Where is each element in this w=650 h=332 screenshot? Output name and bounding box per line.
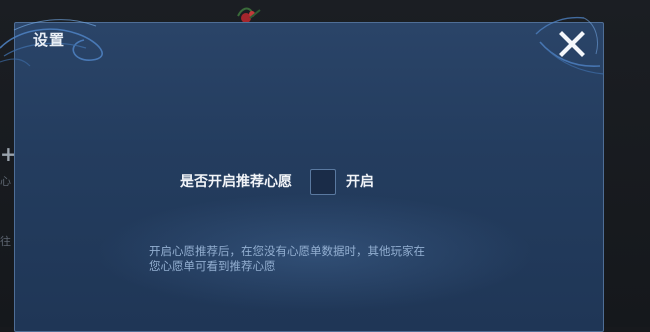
dialog-title: 设置 [33,31,66,49]
background-text-fragment: 往 [0,235,11,248]
enable-label: 开启 [346,174,374,190]
hint-text: 开启心愿推荐后，在您没有心愿单数据时，其他玩家在 您心愿单可看到推荐心愿 [149,244,489,274]
hint-line: 您心愿单可看到推荐心愿 [149,259,276,273]
hint-line: 开启心愿推荐后，在您没有心愿单数据时，其他玩家在 [149,244,425,258]
close-icon [559,31,585,57]
recommend-wish-checkbox[interactable] [310,169,336,195]
close-button[interactable] [556,28,588,60]
recommend-wish-setting-row: 是否开启推荐心愿 开启 [180,168,374,196]
background-text-fragment: 心 [0,175,11,188]
recommend-wish-label: 是否开启推荐心愿 [180,174,292,190]
